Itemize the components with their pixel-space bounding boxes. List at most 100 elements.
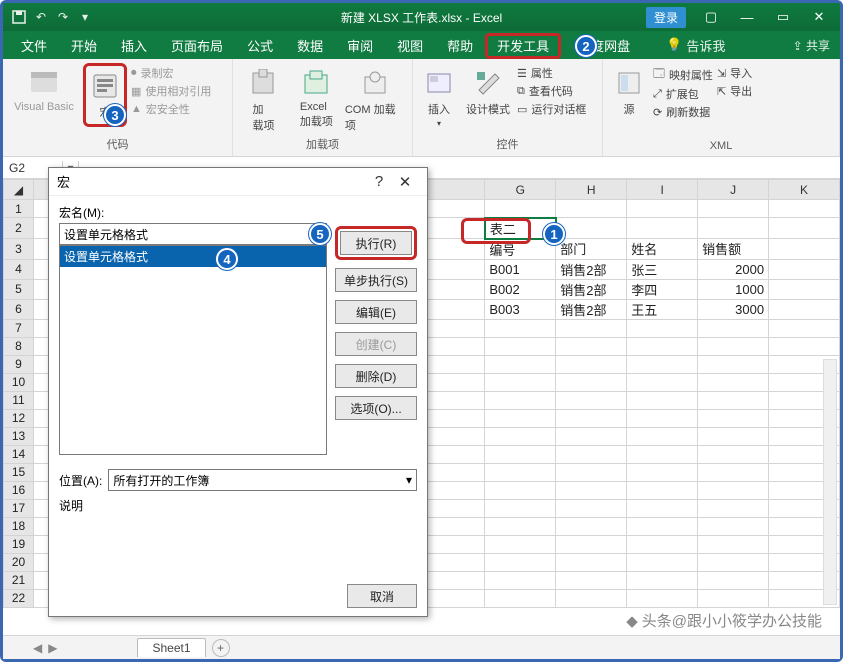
cell-H3[interactable]: 部门 (556, 239, 627, 260)
cell-H4[interactable]: 销售2部 (556, 259, 627, 279)
tab-formula[interactable]: 公式 (235, 31, 285, 59)
map-props-button[interactable]: 🗔映射属性 (653, 65, 713, 84)
cell-J4[interactable]: 2000 (698, 259, 769, 279)
vertical-scrollbar[interactable] (823, 359, 837, 605)
maximize-icon[interactable]: ▭ (766, 6, 800, 28)
expand-pack-button[interactable]: ⤢扩展包 (653, 86, 713, 102)
tab-insert[interactable]: 插入 (109, 31, 159, 59)
cell-I4[interactable]: 张三 (627, 259, 698, 279)
row-13[interactable]: 13 (4, 427, 34, 445)
col-I[interactable]: I (627, 180, 698, 200)
col-H[interactable]: H (556, 180, 627, 200)
sheet-nav-prev-icon[interactable]: ◀ (33, 641, 42, 655)
cell-I3[interactable]: 姓名 (627, 239, 698, 260)
options-button[interactable]: 选项(O)... (335, 396, 417, 420)
macros-button[interactable]: 宏 3 (83, 63, 127, 127)
macro-name-input[interactable] (59, 223, 327, 245)
refresh-data-button[interactable]: ⟳刷新数据 (653, 104, 713, 120)
ribbon-options-icon[interactable]: ▢ (694, 6, 728, 28)
row-8[interactable]: 8 (4, 337, 34, 355)
run-dialog-button[interactable]: ▭运行对话框 (517, 101, 586, 117)
edit-button[interactable]: 编辑(E) (335, 300, 417, 324)
cell-I6[interactable]: 王五 (627, 299, 698, 319)
select-all[interactable]: ◢ (4, 180, 34, 200)
row-19[interactable]: 19 (4, 535, 34, 553)
record-macro-button[interactable]: ⏺录制宏 (131, 65, 211, 81)
row-5[interactable]: 5 (4, 279, 34, 299)
close-icon[interactable]: ✕ (802, 6, 836, 28)
row-9[interactable]: 9 (4, 355, 34, 373)
dialog-close-icon[interactable]: ✕ (391, 173, 419, 191)
qat-more-icon[interactable]: ▾ (77, 9, 93, 25)
row-6[interactable]: 6 (4, 299, 34, 319)
row-11[interactable]: 11 (4, 391, 34, 409)
row-10[interactable]: 10 (4, 373, 34, 391)
row-17[interactable]: 17 (4, 499, 34, 517)
cell-G6[interactable]: B003 (485, 299, 556, 319)
cell-H5[interactable]: 销售2部 (556, 279, 627, 299)
tab-review[interactable]: 审阅 (335, 31, 385, 59)
share-button[interactable]: ⇪ 共享 (793, 37, 830, 54)
redo-icon[interactable]: ↷ (55, 9, 71, 25)
row-1[interactable]: 1 (4, 200, 34, 218)
row-20[interactable]: 20 (4, 553, 34, 571)
macro-security-button[interactable]: ▲宏安全性 (131, 101, 211, 117)
row-2[interactable]: 2 (4, 218, 34, 239)
login-button[interactable]: 登录 (646, 7, 686, 28)
addins-button[interactable]: 加 载项 (239, 63, 288, 133)
insert-control-button[interactable]: 插入▾ (419, 63, 459, 128)
row-4[interactable]: 4 (4, 259, 34, 279)
cell-J6[interactable]: 3000 (698, 299, 769, 319)
tab-data[interactable]: 数据 (285, 31, 335, 59)
col-J[interactable]: J (698, 180, 769, 200)
row-21[interactable]: 21 (4, 571, 34, 589)
cell-I5[interactable]: 李四 (627, 279, 698, 299)
cell-J3[interactable]: 销售额 (698, 239, 769, 260)
design-mode-button[interactable]: 设计模式 (463, 63, 513, 117)
cell-H6[interactable]: 销售2部 (556, 299, 627, 319)
visual-basic-button[interactable]: Visual Basic (9, 63, 79, 113)
tab-layout[interactable]: 页面布局 (159, 31, 235, 59)
row-7[interactable]: 7 (4, 319, 34, 337)
delete-button[interactable]: 删除(D) (335, 364, 417, 388)
location-select[interactable]: 所有打开的工作簿 ▾ (108, 469, 417, 491)
tell-me[interactable]: 💡告诉我 (654, 31, 737, 59)
row-22[interactable]: 22 (4, 589, 34, 607)
cell-J5[interactable]: 1000 (698, 279, 769, 299)
dialog-help-icon[interactable]: ? (367, 173, 391, 190)
cancel-button[interactable]: 取消 (347, 584, 417, 608)
sheet-nav-next-icon[interactable]: ▶ (48, 641, 57, 655)
autosave-icon[interactable] (11, 9, 27, 25)
col-K[interactable]: K (769, 180, 840, 200)
relative-ref-button[interactable]: ▦使用相对引用 (131, 83, 211, 99)
tab-file[interactable]: 文件 (9, 31, 59, 59)
new-sheet-button[interactable]: + (212, 639, 230, 657)
tab-home[interactable]: 开始 (59, 31, 109, 59)
tab-view[interactable]: 视图 (385, 31, 435, 59)
col-G[interactable]: G (485, 180, 556, 200)
row-3[interactable]: 3 (4, 239, 34, 260)
row-15[interactable]: 15 (4, 463, 34, 481)
macro-list[interactable]: 设置单元格格式 4 (59, 245, 327, 455)
macro-list-item[interactable]: 设置单元格格式 (60, 246, 326, 267)
xml-source-button[interactable]: 源 (609, 63, 649, 117)
excel-addins-button[interactable]: Excel 加载项 (292, 63, 341, 129)
minimize-icon[interactable]: — (730, 6, 764, 28)
properties-button[interactable]: ☰属性 (517, 65, 586, 81)
undo-icon[interactable]: ↶ (33, 9, 49, 25)
tab-developer[interactable]: 开发工具 (485, 33, 561, 59)
row-12[interactable]: 12 (4, 409, 34, 427)
run-button[interactable]: 执行(R) (340, 231, 412, 255)
step-button[interactable]: 单步执行(S) (335, 268, 417, 292)
xml-export-button[interactable]: ⇱导出 (717, 83, 752, 99)
cell-G4[interactable]: B001 (485, 259, 556, 279)
view-code-button[interactable]: ⧉查看代码 (517, 83, 586, 99)
xml-import-button[interactable]: ⇲导入 (717, 65, 752, 81)
row-14[interactable]: 14 (4, 445, 34, 463)
row-18[interactable]: 18 (4, 517, 34, 535)
row-16[interactable]: 16 (4, 481, 34, 499)
tab-help[interactable]: 帮助 (435, 31, 485, 59)
com-addins-button[interactable]: COM 加载项 (345, 63, 406, 133)
cell-G5[interactable]: B002 (485, 279, 556, 299)
sheet-tab[interactable]: Sheet1 (137, 638, 205, 657)
